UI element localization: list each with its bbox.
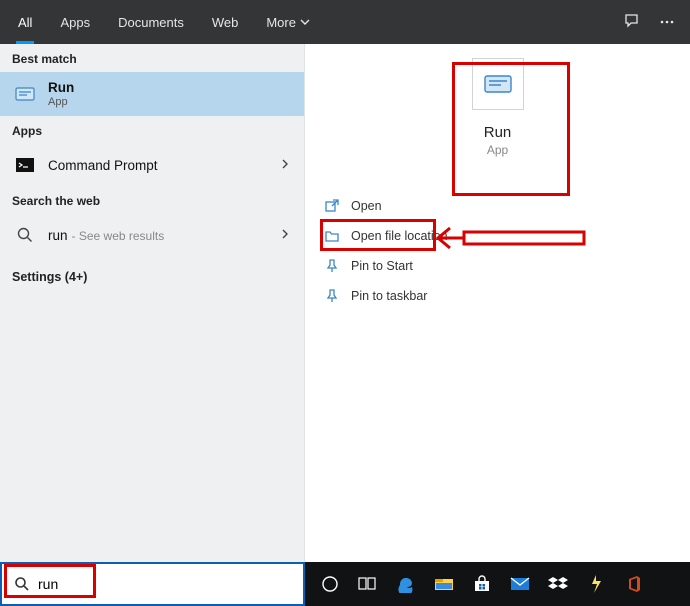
file-explorer-icon[interactable] — [425, 562, 463, 606]
store-icon[interactable] — [463, 562, 501, 606]
tab-web[interactable]: Web — [198, 0, 253, 44]
section-search-web: Search the web — [0, 186, 304, 214]
context-pin-to-start[interactable]: Pin to Start — [305, 251, 690, 281]
context-label: Open file location — [351, 229, 448, 243]
context-open[interactable]: Open — [305, 191, 690, 221]
result-command-prompt[interactable]: Command Prompt — [0, 144, 304, 186]
preview-type: App — [487, 143, 508, 157]
tab-documents[interactable]: Documents — [104, 0, 198, 44]
search-box[interactable] — [0, 562, 305, 606]
context-label: Pin to taskbar — [351, 289, 427, 303]
cortana-icon[interactable] — [311, 562, 349, 606]
bottom-bar — [0, 562, 690, 606]
result-title: Run — [48, 80, 74, 95]
chevron-right-icon — [280, 226, 290, 244]
result-subtitle: App — [48, 96, 74, 108]
pin-icon — [323, 287, 341, 305]
web-query: run — [48, 228, 68, 243]
section-best-match: Best match — [0, 44, 304, 72]
edge-icon[interactable] — [387, 562, 425, 606]
command-prompt-icon — [12, 152, 38, 178]
pin-icon — [323, 257, 341, 275]
mail-icon[interactable] — [501, 562, 539, 606]
preview-card: Run App — [438, 58, 558, 157]
run-icon — [12, 81, 38, 107]
tab-all[interactable]: All — [4, 0, 46, 44]
tab-more[interactable]: More — [252, 0, 324, 44]
context-label: Pin to Start — [351, 259, 413, 273]
run-tile-icon — [472, 58, 524, 110]
context-pin-to-taskbar[interactable]: Pin to taskbar — [305, 281, 690, 311]
result-web-search[interactable]: run - See web results — [0, 214, 304, 256]
preview-name: Run — [484, 124, 512, 141]
search-icon — [12, 222, 38, 248]
app-icon[interactable] — [577, 562, 615, 606]
chevron-down-icon — [300, 17, 310, 27]
open-icon — [323, 197, 341, 215]
feedback-icon[interactable] — [616, 0, 650, 44]
taskbar — [305, 562, 690, 606]
section-settings[interactable]: Settings (4+) — [0, 256, 304, 298]
section-apps: Apps — [0, 116, 304, 144]
more-options-icon[interactable] — [650, 0, 684, 44]
search-icon — [12, 576, 32, 592]
task-view-icon[interactable] — [349, 562, 387, 606]
search-filter-tabs: All Apps Documents Web More — [0, 0, 690, 44]
office-icon[interactable] — [615, 562, 653, 606]
preview-panel: Run App Open Open file location — [305, 44, 690, 562]
results-panel: Best match Run App Apps Command Prompt — [0, 44, 305, 562]
chevron-right-icon — [280, 156, 290, 174]
tab-apps[interactable]: Apps — [46, 0, 104, 44]
search-input[interactable] — [38, 576, 293, 592]
result-run-app[interactable]: Run App — [0, 72, 304, 116]
dropbox-icon[interactable] — [539, 562, 577, 606]
context-menu: Open Open file location Pin to Start — [305, 191, 690, 311]
result-title: Command Prompt — [48, 158, 158, 173]
folder-icon — [323, 227, 341, 245]
context-open-file-location[interactable]: Open file location — [305, 221, 690, 251]
web-hint: - See web results — [72, 229, 165, 243]
context-label: Open — [351, 199, 382, 213]
